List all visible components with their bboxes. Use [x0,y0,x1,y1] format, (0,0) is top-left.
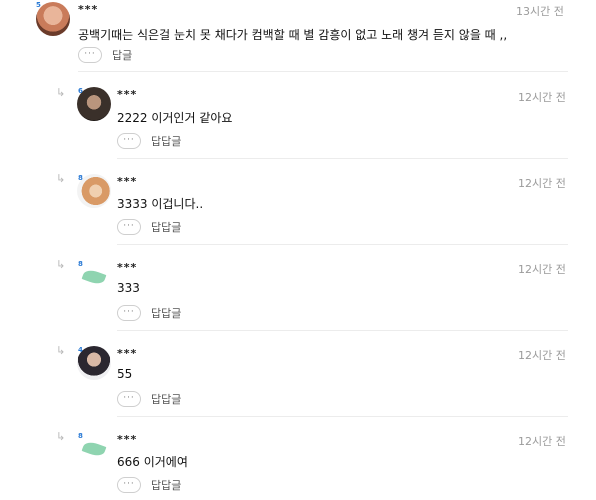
level-badge: 6 [78,87,83,95]
reply-button[interactable]: 답답글 [151,305,181,321]
reply-button[interactable]: 답글 [112,47,132,63]
reply-button[interactable]: 답답글 [151,219,181,235]
comment-text: 공백기때는 식은걸 눈치 못 채다가 컴백할 때 별 감흥이 없고 노래 챙겨 … [78,28,508,42]
nickname[interactable]: *** [117,88,137,101]
divider [78,71,568,72]
reply-button[interactable]: 답답글 [151,391,181,407]
divider [117,416,568,417]
reply-button[interactable]: 답답글 [151,133,181,149]
comment-text: 55 [117,367,133,381]
timestamp: 12시간 전 [518,435,566,448]
reply-button[interactable]: 답답글 [151,477,181,493]
divider [117,158,568,159]
leaf-icon [81,267,107,287]
comment-text: 333 [117,281,140,295]
nickname[interactable]: *** [78,3,98,16]
level-badge: 4 [78,346,83,354]
timestamp: 12시간 전 [518,91,566,104]
timestamp: 12시간 전 [518,263,566,276]
comment-text: 3333 이겁니다.. [117,197,204,211]
reply-arrow-icon: ↳ [56,86,66,99]
nickname[interactable]: *** [117,347,137,360]
level-badge: 8 [78,432,83,440]
more-button[interactable]: ··· [117,391,141,407]
comment-text: 2222 이거인거 같아요 [117,111,233,125]
level-badge: 8 [78,260,83,268]
more-button[interactable]: ··· [117,305,141,321]
leaf-icon [81,439,107,459]
timestamp: 13시간 전 [516,5,564,18]
timestamp: 12시간 전 [518,349,566,362]
reply-arrow-icon: ↳ [56,172,66,185]
nickname[interactable]: *** [117,175,137,188]
divider [117,244,568,245]
more-button[interactable]: ··· [117,477,141,493]
reply-arrow-icon: ↳ [56,430,66,443]
more-button[interactable]: ··· [117,219,141,235]
nickname[interactable]: *** [117,261,137,274]
timestamp: 12시간 전 [518,177,566,190]
avatar[interactable] [36,2,70,36]
reply-arrow-icon: ↳ [56,344,66,357]
more-button[interactable]: ··· [117,133,141,149]
comment-text: 666 이거에여 [117,455,188,469]
divider [117,330,568,331]
level-badge: 5 [36,1,41,9]
reply-arrow-icon: ↳ [56,258,66,271]
nickname[interactable]: *** [117,433,137,446]
level-badge: 8 [78,174,83,182]
more-button[interactable]: ··· [78,47,102,63]
